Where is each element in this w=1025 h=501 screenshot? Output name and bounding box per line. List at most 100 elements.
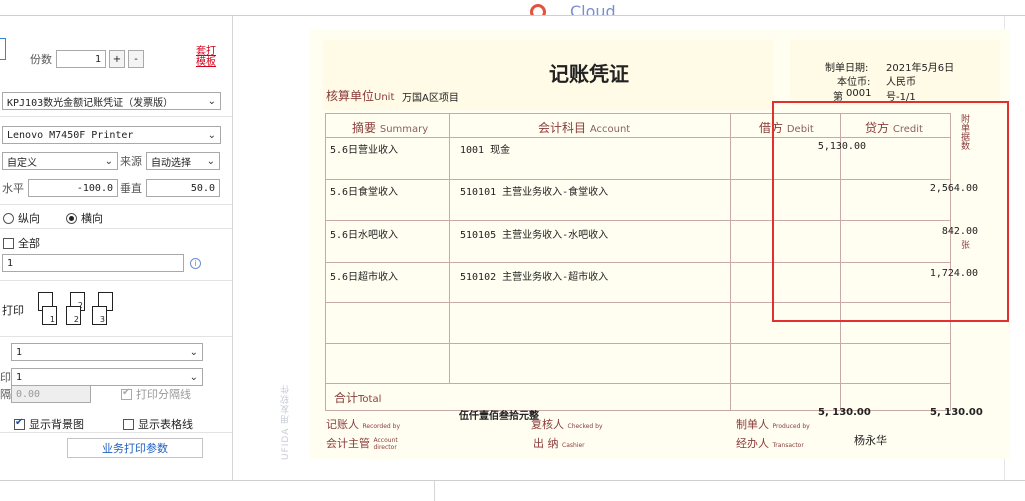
divider: [0, 228, 232, 229]
divider: [0, 336, 232, 337]
chevron-down-icon: ⌄: [206, 155, 215, 167]
printer-row: Lenovo M7450F Printer ⌄: [2, 126, 221, 144]
date-value: 2021年5月6日: [886, 63, 955, 74]
template-select[interactable]: KPJ103数光金额记账凭证（发票版） ⌄: [2, 92, 221, 110]
cashier-en: Cashier: [562, 442, 585, 449]
info-icon[interactable]: i: [190, 257, 201, 269]
recorded-by-cn: 记账人: [326, 418, 359, 431]
row-1-summary: 5.6日营业收入: [330, 145, 399, 156]
copies-row: 份数 1 + -: [30, 50, 180, 68]
paper-source-row: 自定义 ⌄ 来源 自动选择 ⌄: [2, 152, 221, 170]
page-number: 2: [73, 315, 79, 324]
divider: [0, 280, 232, 281]
produced-by-cn: 制单人: [736, 418, 769, 431]
transactor-label: 经办人 Transactor: [736, 435, 804, 451]
grid-line: [730, 113, 731, 410]
panel-divider: [232, 16, 233, 480]
copies-plus-button[interactable]: +: [109, 50, 125, 68]
number-value: 0001: [846, 88, 872, 99]
total-label: 合计Total: [334, 389, 381, 406]
all-pages-row: 全部: [3, 235, 203, 251]
col-summary-header: 摘要 Summary: [352, 119, 428, 136]
director-en: Account director: [373, 437, 398, 451]
page-number: 1: [49, 315, 55, 324]
total-credit: 5, 130.00: [930, 407, 983, 418]
page-range-input[interactable]: 1: [2, 254, 184, 272]
row-2-summary: 5.6日食堂收入: [330, 187, 399, 198]
printer-icon[interactable]: [0, 38, 6, 60]
copies-minus-button[interactable]: -: [128, 50, 144, 68]
all-pages-checkbox[interactable]: [3, 237, 14, 249]
row-2-account: 510101 主营业务收入-食堂收入: [460, 187, 609, 198]
bottom-divider: [0, 480, 1025, 481]
divider: [0, 204, 232, 205]
page-1-front-icon: 1: [42, 306, 57, 325]
grid-line: [449, 113, 450, 383]
transactor-en: Transactor: [772, 442, 804, 449]
portrait-radio[interactable]: [3, 212, 14, 224]
divider: [0, 116, 232, 117]
landscape-label: 横向: [81, 212, 103, 225]
col-account-header: 会计科目 Account: [538, 119, 630, 136]
page-2-front-icon: 2: [66, 306, 81, 325]
page-number: 3: [99, 315, 105, 324]
show-background-label: 显示背景图: [29, 418, 84, 431]
template-select-row: KPJ103数光金额记账凭证（发票版） ⌄: [2, 92, 221, 110]
select2-row: 印 1 ⌄: [0, 368, 203, 386]
col-summary-cn: 摘要: [352, 121, 377, 135]
gap-row: 隔 0.00 打印分隔线: [0, 385, 200, 403]
collate-pages-icon[interactable]: 1 2 2 3: [32, 290, 122, 330]
landscape-radio[interactable]: [66, 212, 77, 224]
cashier-cn: 出 纳: [533, 437, 559, 450]
select-1[interactable]: 1 ⌄: [11, 343, 203, 361]
print-dialog: Cloud 份数 1 + - 套打模板 KPJ103数光金额记账凭证（发票版） ⌄…: [0, 0, 1025, 501]
grid-line: [325, 113, 326, 410]
source-label: 来源: [120, 155, 142, 168]
paper-select[interactable]: 自定义 ⌄: [2, 152, 118, 170]
show-background-checkbox[interactable]: [14, 417, 25, 430]
row-3-summary: 5.6日水吧收入: [330, 230, 399, 241]
cloud-logo: Cloud: [530, 0, 640, 15]
row-1-account: 1001 现金: [460, 145, 511, 156]
template-select-value: KPJ103数光金额记账凭证（发票版）: [7, 97, 174, 109]
col-summary-en: Summary: [379, 124, 429, 135]
source-select[interactable]: 自动选择 ⌄: [146, 152, 220, 170]
chevron-down-icon: ⌄: [207, 129, 216, 141]
collate-label: 打印: [2, 304, 24, 317]
business-print-params-button[interactable]: 业务打印参数: [67, 438, 203, 458]
total-label-cn: 合计: [334, 391, 359, 405]
horizontal-input[interactable]: -100.0: [28, 179, 118, 197]
select1-row: 1 ⌄: [11, 343, 203, 361]
unit-label: 核算单位Unit: [326, 87, 394, 104]
select-1-value: 1: [16, 346, 23, 358]
highlight-box: [772, 101, 1009, 322]
checked-by-label: 复核人 Checked by: [531, 416, 603, 432]
recorded-by-en: Recorded by: [362, 423, 401, 430]
orientation-row: 纵向 横向: [3, 210, 203, 226]
collate-row: 打印 1 2 2 3: [2, 290, 142, 330]
printer-select-value: Lenovo M7450F Printer: [7, 129, 134, 141]
chevron-down-icon: ⌄: [104, 155, 113, 167]
show-grid-checkbox[interactable]: [123, 418, 134, 430]
print-settings-panel: 份数 1 + - 套打模板 KPJ103数光金额记账凭证（发票版） ⌄ Lenov…: [0, 16, 232, 480]
transactor-cn: 经办人: [736, 437, 769, 450]
gap-label: 隔: [0, 388, 11, 401]
copies-input[interactable]: 1: [56, 50, 106, 68]
display-options-row: 显示背景图 显示表格线: [14, 416, 214, 432]
chevron-down-icon: ⌄: [189, 346, 198, 358]
copies-label: 份数: [30, 53, 52, 66]
select-2[interactable]: 1 ⌄: [11, 368, 203, 386]
printer-select[interactable]: Lenovo M7450F Printer ⌄: [2, 126, 221, 144]
row-3-account: 510105 主营业务收入-水吧收入: [460, 230, 609, 241]
template-link[interactable]: 套打模板: [196, 46, 220, 68]
produced-by-label: 制单人 Produced by: [736, 416, 810, 432]
portrait-label: 纵向: [18, 212, 40, 225]
unit-value: 万国A区项目: [402, 93, 459, 104]
unit-label-en: Unit: [374, 92, 395, 103]
checked-by-en: Checked by: [567, 423, 603, 430]
col-account-cn: 会计科目: [538, 121, 587, 135]
vertical-input[interactable]: 50.0: [146, 179, 220, 197]
vertical-label: 垂直: [120, 182, 142, 195]
chevron-down-icon: ⌄: [207, 95, 216, 107]
paper-select-value: 自定义: [7, 157, 37, 169]
